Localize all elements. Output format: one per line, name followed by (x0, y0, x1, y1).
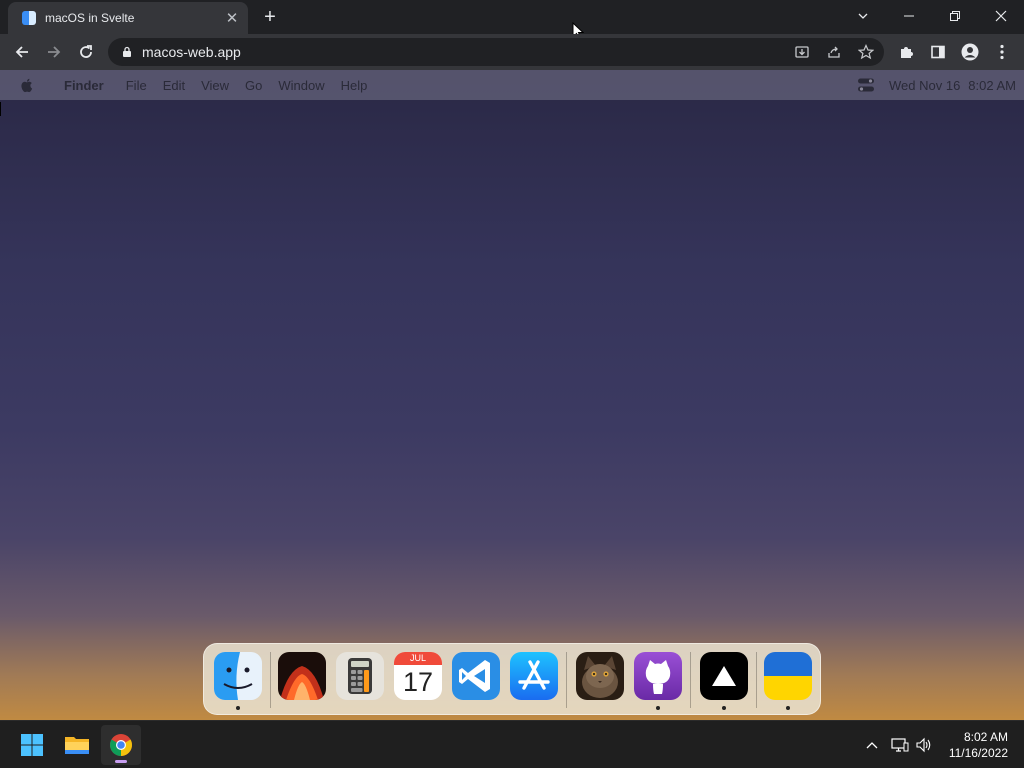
taskbar-time: 8:02 AM (963, 730, 1008, 744)
running-indicator (786, 706, 790, 710)
chrome-taskbar-icon[interactable] (101, 725, 141, 765)
macos-menu-bar: Finder File Edit View Go Window Help Wed… (0, 70, 1024, 100)
calendar-icon[interactable]: JUL 17 (394, 652, 442, 700)
minimize-button[interactable] (886, 0, 932, 32)
profile-avatar-icon[interactable] (956, 38, 984, 66)
extensions-puzzle-icon[interactable] (892, 38, 920, 66)
dock-separator (566, 652, 567, 708)
finder-favicon-icon (22, 11, 36, 25)
dock-separator (690, 652, 691, 708)
tab-title: macOS in Svelte (45, 11, 135, 25)
apple-logo-icon[interactable] (20, 77, 40, 93)
address-bar[interactable]: macos-web.app (108, 38, 884, 66)
browser-tab[interactable]: macOS in Svelte ✕ (8, 2, 248, 34)
cat-photo-icon[interactable] (576, 652, 624, 700)
menu-view[interactable]: View (193, 78, 237, 93)
dock-separator (756, 652, 757, 708)
taskbar-date: 11/16/2022 (948, 746, 1008, 760)
browser-tab-strip: macOS in Svelte ✕ + (0, 0, 1024, 34)
forward-button[interactable] (40, 38, 68, 66)
control-center-icon[interactable] (857, 77, 875, 93)
show-hidden-icons-chevron-icon[interactable] (862, 735, 882, 755)
close-tab-icon[interactable]: ✕ (224, 9, 240, 27)
vscode-icon[interactable] (452, 652, 500, 700)
menu-bar-status: Wed Nov 16 8:02 AM (857, 70, 1016, 100)
menu-window[interactable]: Window (270, 78, 332, 93)
running-indicator (656, 706, 660, 710)
lock-icon[interactable] (122, 46, 132, 58)
macos-desktop[interactable]: Finder File Edit View Go Window Help Wed… (0, 70, 1024, 720)
vercel-icon[interactable] (700, 652, 748, 700)
dock-separator (270, 652, 271, 708)
url-text[interactable]: macos-web.app (142, 44, 241, 60)
tab-search-chevron-icon[interactable] (840, 0, 886, 32)
restore-button[interactable] (932, 0, 978, 32)
finder-icon[interactable] (214, 652, 262, 700)
back-button[interactable] (8, 38, 36, 66)
install-app-icon[interactable] (788, 38, 816, 66)
wallpapers-icon[interactable] (278, 652, 326, 700)
close-window-button[interactable] (978, 0, 1024, 32)
app-store-icon[interactable] (510, 652, 558, 700)
calendar-day: 17 (402, 667, 434, 697)
menu-help[interactable]: Help (333, 78, 376, 93)
reload-button[interactable] (72, 38, 100, 66)
text-cursor (0, 102, 1, 116)
calculator-icon[interactable] (336, 652, 384, 700)
menu-app-finder[interactable]: Finder (56, 78, 112, 93)
share-icon[interactable] (820, 38, 848, 66)
new-tab-button[interactable]: + (258, 6, 282, 28)
menu-file[interactable]: File (118, 78, 155, 93)
running-indicator (236, 706, 240, 710)
more-menu-icon[interactable] (988, 38, 1016, 66)
menu-go[interactable]: Go (237, 78, 270, 93)
side-panel-icon[interactable] (924, 38, 952, 66)
menu-bar-time[interactable]: 8:02 AM (968, 78, 1016, 93)
running-indicator (722, 706, 726, 710)
menu-bar-date[interactable]: Wed Nov 16 (889, 78, 960, 93)
network-icon[interactable] (890, 735, 910, 755)
volume-icon[interactable] (914, 735, 934, 755)
taskbar-clock[interactable]: 8:02 AM 11/16/2022 (949, 729, 1008, 761)
github-icon[interactable] (634, 652, 682, 700)
file-explorer-icon[interactable] (57, 725, 97, 765)
ukraine-flag-icon[interactable] (764, 652, 812, 700)
menu-edit[interactable]: Edit (155, 78, 193, 93)
bookmark-star-icon[interactable] (852, 38, 880, 66)
windows-start-icon[interactable] (12, 725, 52, 765)
calendar-month: JUL (394, 652, 442, 665)
macos-dock: JUL 17 (203, 643, 821, 715)
browser-toolbar: macos-web.app (0, 34, 1024, 70)
windows-taskbar: 8:02 AM 11/16/2022 (0, 720, 1024, 768)
